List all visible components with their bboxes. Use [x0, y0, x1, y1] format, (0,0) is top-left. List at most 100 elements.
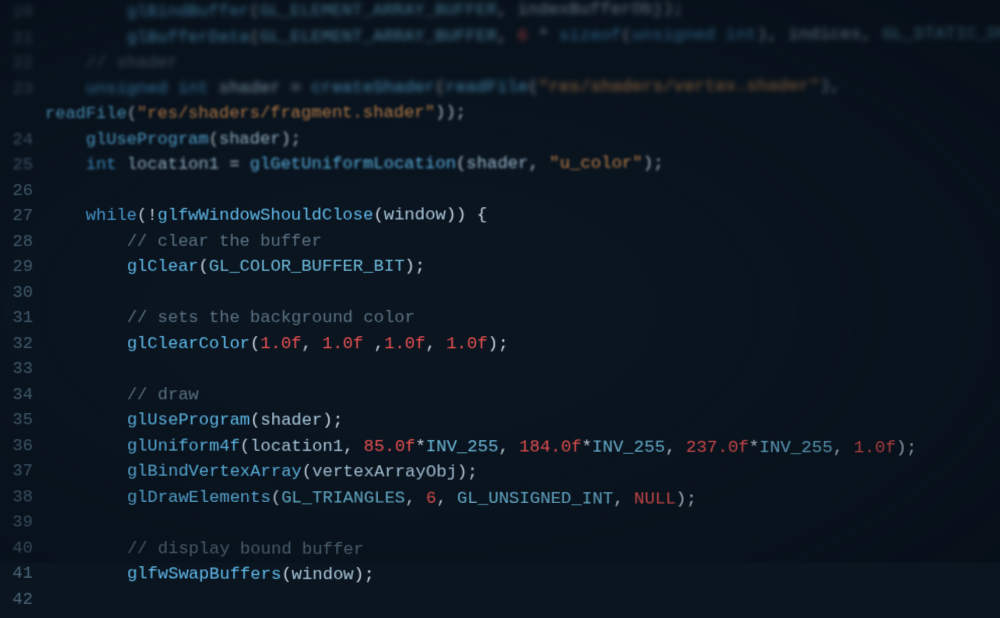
line-number: 40	[0, 536, 33, 562]
code-line[interactable]: // clear the buffer	[45, 228, 1000, 255]
token-punct: ,	[343, 437, 364, 456]
code-area[interactable]: glBindBuffer(GL_ELEMENT_ARRAY_BUFFER, in…	[45, 0, 1000, 618]
token-var: vertexArrayObj	[312, 463, 457, 483]
code-line[interactable]: glClearColor(1.0f, 1.0f ,1.0f, 1.0f);	[45, 332, 1000, 358]
token-punct: );	[896, 439, 917, 458]
code-line[interactable]: glUseProgram(shader);	[45, 125, 1000, 154]
token-fn: glfwWindowShouldClose	[157, 206, 373, 225]
token-comment: // draw	[127, 386, 199, 405]
token-var: indices	[788, 25, 861, 45]
token-paren: (	[435, 78, 445, 97]
token-var: window	[292, 566, 354, 585]
token-paren: (	[250, 412, 260, 431]
line-number: 26	[0, 179, 33, 205]
token-op: *	[528, 27, 559, 46]
token-punct: );	[488, 335, 509, 354]
token-punct: );	[457, 463, 478, 482]
line-number: 27	[0, 204, 33, 230]
token-punct: )) {	[446, 206, 487, 225]
token-var: location1	[127, 156, 219, 175]
token-num: 6	[518, 27, 528, 46]
line-number: 38	[0, 485, 33, 511]
line-number: 42	[0, 587, 33, 613]
code-line[interactable]: while(!glfwWindowShouldClose(window)) {	[45, 202, 1000, 229]
token-fn: glUseProgram	[86, 130, 209, 149]
token-paren: (	[271, 489, 281, 508]
code-line[interactable]: glClear(GL_COLOR_BUFFER_BIT);	[45, 254, 1000, 280]
token-const: GL_TRIANGLES	[281, 489, 405, 509]
line-number: 33	[0, 357, 33, 383]
token-punct: ));	[435, 104, 466, 123]
token-fn: glBindVertexArray	[127, 463, 302, 483]
code-line[interactable]: readFile("res/shaders/fragment.shader"))…	[45, 99, 1000, 128]
code-line[interactable]	[45, 176, 1000, 204]
code-line[interactable]: glBindVertexArray(vertexArrayObj);	[45, 459, 1000, 488]
line-number: 36	[0, 434, 33, 460]
token-const: GL_UNSIGNED_INT	[457, 489, 613, 509]
line-number: 21	[0, 26, 33, 52]
token-type: int	[86, 156, 117, 175]
token-num: 1.0f	[384, 335, 425, 354]
token-punct: ,	[405, 489, 426, 508]
code-line[interactable]: // draw	[45, 383, 1000, 410]
line-number: 34	[0, 383, 33, 409]
token-type: unsigned int	[632, 26, 757, 46]
token-punct: );	[405, 258, 426, 277]
code-line[interactable]: int location1 = glGetUniformLocation(sha…	[45, 150, 1000, 178]
token-comment: // shader	[86, 54, 178, 73]
token-const: INV_255	[592, 438, 665, 457]
code-line[interactable]: glUseProgram(shader);	[45, 408, 1000, 436]
code-line[interactable]: // sets the background color	[45, 306, 1000, 332]
code-line[interactable]: glfwSwapBuffers(window);	[45, 562, 1000, 593]
token-var: indexBufferObj	[517, 0, 662, 20]
token-const: GL_ELEMENT_ARRAY_BUFFER	[260, 27, 497, 47]
token-fn: glfwSwapBuffers	[127, 565, 281, 585]
token-op: =	[219, 156, 250, 175]
token-num: 1.0f	[446, 335, 488, 354]
code-line[interactable]: // shader	[45, 47, 1000, 77]
token-paren: (	[127, 105, 137, 124]
token-fn: readFile	[445, 78, 528, 97]
token-paren: (!	[137, 207, 157, 226]
line-number: 35	[0, 408, 33, 434]
line-number: 31	[0, 306, 33, 332]
line-number: 39	[0, 510, 33, 536]
token-punct: ,	[425, 335, 446, 354]
code-line[interactable]	[45, 587, 1000, 618]
token-kw: while	[86, 207, 137, 226]
token-num: 184.0f	[519, 438, 582, 457]
token-comment: // sets the background color	[127, 309, 415, 328]
token-op	[117, 156, 127, 175]
code-line[interactable]	[45, 357, 1000, 384]
token-punct: ,	[833, 439, 854, 458]
token-op: *	[415, 438, 425, 457]
line-number: 23	[0, 77, 33, 103]
token-const: GL_COLOR_BUFFER_BIT	[209, 258, 405, 277]
code-line[interactable]	[45, 280, 1000, 306]
token-paren: (	[621, 26, 631, 45]
token-var: location1	[250, 437, 343, 456]
token-punct: ,	[665, 438, 686, 457]
token-punct: ,	[497, 1, 518, 20]
token-type: unsigned int	[86, 79, 209, 98]
code-line[interactable]: unsigned int shader = createShader(readF…	[45, 73, 1000, 102]
token-paren: (	[250, 335, 260, 354]
line-number: 37	[0, 459, 33, 485]
token-punct: );	[322, 412, 343, 431]
token-comment: // display bound buffer	[127, 539, 364, 559]
code-line[interactable]: glDrawElements(GL_TRIANGLES, 6, GL_UNSIG…	[45, 485, 1000, 514]
token-const: GL_STATIC_DRAW	[882, 24, 1000, 44]
token-var: shader	[219, 130, 281, 149]
line-number: 41	[0, 562, 33, 588]
line-number: 28	[0, 230, 33, 256]
code-editor[interactable]: 2021222324252627282930313233343536373839…	[0, 0, 1000, 618]
token-var: shader	[466, 155, 528, 174]
token-fn: createShader	[311, 78, 435, 98]
token-op: =	[280, 79, 311, 98]
token-comment: // clear the buffer	[127, 232, 322, 251]
token-fn: glClearColor	[127, 335, 250, 354]
code-line[interactable]: glUniform4f(location1, 85.0f*INV_255, 18…	[45, 434, 1000, 462]
token-fn: glUseProgram	[127, 411, 250, 430]
token-paren: (	[199, 258, 209, 277]
token-fn: glClear	[127, 258, 199, 277]
